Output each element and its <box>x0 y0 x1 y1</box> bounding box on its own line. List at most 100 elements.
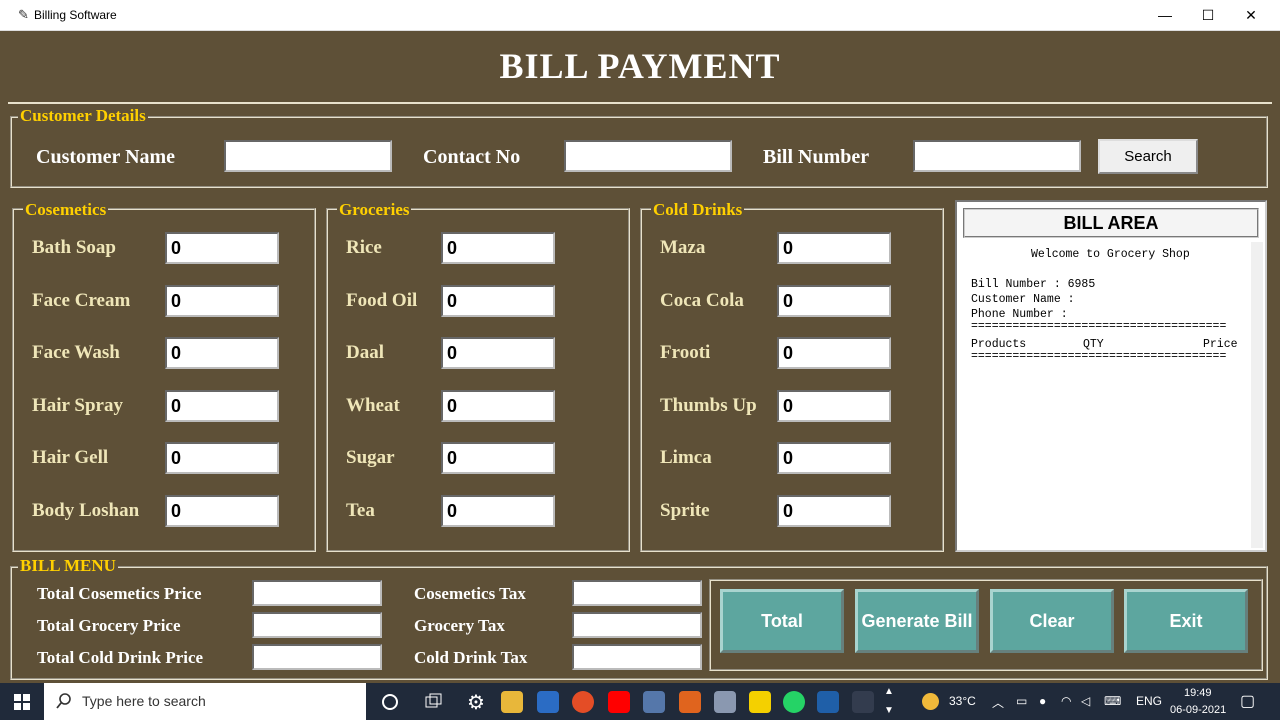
wheat-input[interactable] <box>441 390 555 422</box>
sugar-label: Sugar <box>346 447 395 468</box>
face-wash-input[interactable] <box>165 337 279 369</box>
minimize-button[interactable]: — <box>1143 0 1187 30</box>
contact-no-input[interactable] <box>564 140 732 172</box>
bill-number-input[interactable] <box>913 140 1081 172</box>
wifi-icon[interactable]: ◠ <box>1061 694 1071 708</box>
bill-scrollbar[interactable] <box>1251 242 1263 548</box>
task-view-icon[interactable] <box>425 693 443 711</box>
daal-input[interactable] <box>441 337 555 369</box>
contact-no-label: Contact No <box>423 146 521 168</box>
document-app-icon[interactable] <box>643 691 665 713</box>
scroll-down-icon[interactable]: ▼ <box>884 705 894 716</box>
keyboard-icon[interactable]: ⌨ <box>1104 694 1121 708</box>
clear-button[interactable]: Clear <box>990 589 1114 653</box>
face-cream-label: Face Cream <box>32 290 131 311</box>
cold-drink-tax-label: Cold Drink Tax <box>414 648 528 667</box>
bill-area-title: BILL AREA <box>963 208 1259 238</box>
app-orange-icon[interactable] <box>679 691 701 713</box>
cold-drink-tax-input[interactable] <box>572 644 702 670</box>
thumbs-up-input[interactable] <box>777 390 891 422</box>
camera-icon[interactable] <box>714 691 736 713</box>
face-cream-input[interactable] <box>165 285 279 317</box>
grocery-tax-input[interactable] <box>572 612 702 638</box>
volume-icon[interactable]: ◁ <box>1081 694 1090 708</box>
cosmetics-tax-input[interactable] <box>572 580 702 606</box>
bill-welcome-text: Welcome to Grocery Shop <box>1031 248 1190 261</box>
maza-input[interactable] <box>777 232 891 264</box>
bill-customer-name-text: Customer Name : <box>971 293 1075 306</box>
whatsapp-icon[interactable] <box>783 691 805 713</box>
notification-icon[interactable]: ▢ <box>1240 691 1255 711</box>
generate-bill-button[interactable]: Generate Bill <box>855 589 979 653</box>
language-indicator[interactable]: ENG <box>1136 694 1162 708</box>
body-loshan-input[interactable] <box>165 495 279 527</box>
bill-menu-legend: BILL MENU <box>18 556 118 575</box>
search-button[interactable]: Search <box>1098 139 1198 174</box>
hair-spray-input[interactable] <box>165 390 279 422</box>
coca-cola-label: Coca Cola <box>660 290 744 311</box>
bill-area-panel: BILL AREA Welcome to Grocery Shop Bill N… <box>955 200 1267 552</box>
settings-gear-icon[interactable]: ⚙ <box>467 690 485 715</box>
taskbar-search-placeholder: Type here to search <box>82 693 206 709</box>
bath-soap-input[interactable] <box>165 232 279 264</box>
windows-start-icon[interactable] <box>14 694 30 710</box>
grocery-tax-label: Grocery Tax <box>414 616 505 635</box>
bath-soap-label: Bath Soap <box>32 237 116 258</box>
total-grocery-input[interactable] <box>252 612 382 638</box>
total-cosmetics-input[interactable] <box>252 580 382 606</box>
total-cold-drink-input[interactable] <box>252 644 382 670</box>
face-wash-label: Face Wash <box>32 342 120 363</box>
tea-input[interactable] <box>441 495 555 527</box>
battery-icon[interactable]: ▭ <box>1016 694 1027 708</box>
total-cold-drink-label: Total Cold Drink Price <box>37 648 204 667</box>
window-titlebar: ✎ Billing Software — ☐ ✕ <box>0 0 1280 31</box>
windows-taskbar: Type here to search ⚙ ▲ ▼ 33°C ︿ ▭ ● ◠ ◁… <box>0 683 1280 720</box>
rice-input[interactable] <box>441 232 555 264</box>
customer-name-input[interactable] <box>224 140 392 172</box>
sugar-input[interactable] <box>441 442 555 474</box>
maximize-button[interactable]: ☐ <box>1186 0 1230 30</box>
maza-label: Maza <box>660 237 706 258</box>
feather-icon: ✎ <box>18 7 29 22</box>
limca-input[interactable] <box>777 442 891 474</box>
exit-button[interactable]: Exit <box>1124 589 1248 653</box>
app-window-icon[interactable] <box>852 691 874 713</box>
microphone-icon[interactable]: ● <box>1039 694 1046 708</box>
sprite-label: Sprite <box>660 500 710 521</box>
coca-cola-input[interactable] <box>777 285 891 317</box>
scroll-up-icon[interactable]: ▲ <box>884 686 894 697</box>
cold-drinks-legend: Cold Drinks <box>651 200 745 219</box>
hair-gell-input[interactable] <box>165 442 279 474</box>
food-oil-label: Food Oil <box>346 290 418 311</box>
taskbar-search-box[interactable]: Type here to search <box>44 683 366 720</box>
youtube-icon[interactable] <box>608 691 630 713</box>
bill-number-text: Bill Number : 6985 <box>971 278 1096 291</box>
rice-label: Rice <box>346 237 382 258</box>
weather-sun-icon[interactable] <box>922 693 939 710</box>
clock-time[interactable]: 19:49 <box>1184 687 1212 699</box>
customer-name-label: Customer Name <box>36 146 176 168</box>
chrome-icon[interactable] <box>572 691 594 713</box>
sprite-input[interactable] <box>777 495 891 527</box>
limca-label: Limca <box>660 447 712 468</box>
page-title: BILL PAYMENT <box>499 46 781 86</box>
close-button[interactable]: ✕ <box>1229 0 1273 30</box>
thumbs-up-label: Thumbs Up <box>660 395 757 416</box>
tray-chevron-icon[interactable]: ︿ <box>992 694 1004 711</box>
file-explorer-icon[interactable] <box>501 691 523 713</box>
vscode-icon[interactable] <box>817 691 839 713</box>
bill-separator-bottom: ===================================== <box>971 350 1227 363</box>
cosmetics-legend: Cosemetics <box>23 200 109 219</box>
customer-details-legend: Customer Details <box>18 106 148 125</box>
search-icon <box>56 693 71 709</box>
food-oil-input[interactable] <box>441 285 555 317</box>
weather-temp[interactable]: 33°C <box>949 694 976 708</box>
store-icon[interactable] <box>537 691 559 713</box>
clock-date[interactable]: 06-09-2021 <box>1170 704 1226 716</box>
frooti-input[interactable] <box>777 337 891 369</box>
cortana-icon[interactable] <box>381 693 399 711</box>
wheat-label: Wheat <box>346 395 400 416</box>
frooti-label: Frooti <box>660 342 711 363</box>
sticky-notes-icon[interactable] <box>749 691 771 713</box>
total-button[interactable]: Total <box>720 589 844 653</box>
